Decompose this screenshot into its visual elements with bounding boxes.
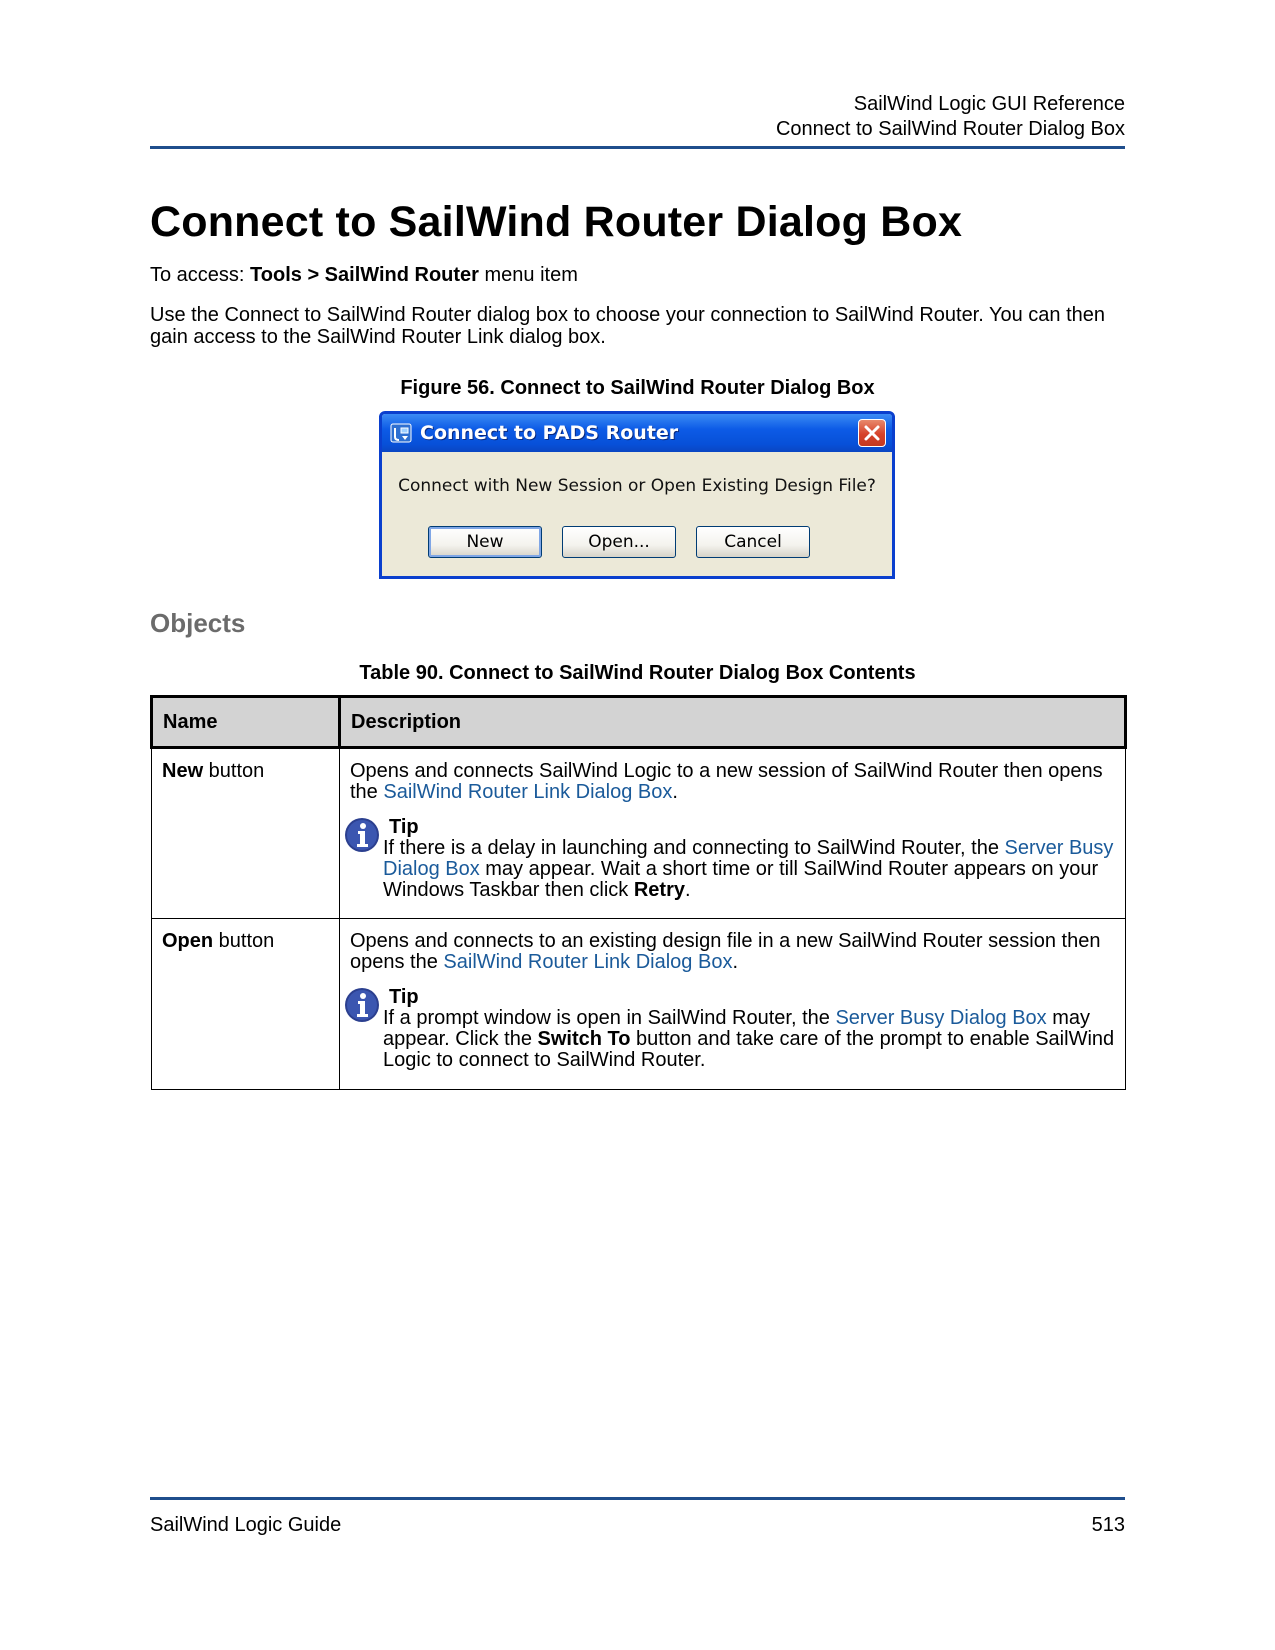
tip-text-end: . [684, 879, 691, 901]
access-menu-path: Tools > SailWind Router [250, 264, 479, 286]
close-icon [864, 425, 880, 441]
tip-note: Tip If there is a delay in launching and… [345, 816, 1115, 901]
tip-bold-term: Switch To [537, 1028, 631, 1050]
row-description: Opens and connects SailWind Logic to a n… [350, 761, 1115, 803]
access-suffix: menu item [478, 264, 578, 286]
desc-text-end: . [732, 951, 739, 973]
header-rule [150, 146, 1125, 149]
tip-text: If there is a delay in launching and con… [383, 837, 1005, 859]
server-busy-dialog-link[interactable]: Server Busy Dialog Box [835, 1007, 1046, 1029]
row-name-rest: button [203, 760, 265, 782]
dialog-title: Connect to PADS Router [420, 422, 679, 444]
footer-rule [150, 1497, 1125, 1500]
row-name-bold: Open [162, 930, 214, 952]
access-path: To access: Tools > SailWind Router menu … [150, 264, 578, 287]
table-header-row: Name Description [150, 695, 1127, 749]
tip-body: If there is a delay in launching and con… [383, 838, 1115, 901]
new-button[interactable]: New [428, 526, 542, 558]
dialog-message: Connect with New Session or Open Existin… [398, 476, 876, 496]
dialog-contents-table: Name Description New button Opens and co… [150, 695, 1127, 1090]
section-heading-objects: Objects [150, 608, 246, 638]
row-name-bold: New [162, 760, 204, 782]
running-header: SailWind Logic GUI Reference Connect to … [776, 92, 1125, 142]
page-title: Connect to SailWind Router Dialog Box [150, 198, 963, 246]
tip-text: If a prompt window is open in SailWind R… [383, 1007, 836, 1029]
table-caption: Table 90. Connect to SailWind Router Dia… [359, 662, 916, 684]
intro-paragraph: Use the Connect to SailWind Router dialo… [150, 304, 1106, 348]
tip-note: Tip If a prompt window is open in SailWi… [345, 986, 1115, 1071]
router-link-dialog-link[interactable]: SailWind Router Link Dialog Box [443, 951, 732, 973]
connect-dialog-figure: Connect to PADS Router Connect with New … [379, 411, 895, 579]
row-description: Opens and connects to an existing design… [350, 931, 1115, 973]
document-page: SailWind Logic GUI Reference Connect to … [150, 0, 1127, 1650]
header-chapter-title: Connect to SailWind Router Dialog Box [775, 118, 1125, 140]
page-number: 513 [1091, 1514, 1125, 1536]
footer-guide-title: SailWind Logic Guide [150, 1514, 342, 1536]
router-link-dialog-link[interactable]: SailWind Router Link Dialog Box [383, 781, 672, 803]
tip-text-mid: may appear. Wait a short time or till Sa… [383, 858, 1099, 901]
column-header-name: Name [150, 695, 341, 749]
row-name-cell: Open button [151, 918, 340, 1090]
tip-body: If a prompt window is open in SailWind R… [383, 1008, 1115, 1071]
info-icon [345, 818, 379, 852]
tip-title: Tip [389, 986, 419, 1008]
table-row: Open button Opens and connects to an exi… [151, 918, 1126, 1090]
router-app-icon [390, 423, 412, 443]
dialog-titlebar: Connect to PADS Router [382, 414, 892, 452]
tip-bold-term: Retry [633, 879, 685, 901]
header-book-title: SailWind Logic GUI Reference [853, 93, 1125, 115]
tip-title: Tip [389, 816, 419, 838]
cancel-button[interactable]: Cancel [696, 526, 810, 558]
row-name-cell: New button [151, 747, 340, 919]
dialog-close-button[interactable] [858, 419, 886, 447]
info-icon [345, 988, 379, 1022]
open-button[interactable]: Open... [562, 526, 676, 558]
column-header-description: Description [338, 695, 1127, 749]
desc-text-end: . [672, 781, 678, 803]
table-row: New button Opens and connects SailWind L… [151, 747, 1126, 919]
row-description-cell: Opens and connects to an existing design… [339, 918, 1126, 1090]
access-prefix: To access: [150, 264, 251, 286]
row-description-cell: Opens and connects SailWind Logic to a n… [339, 747, 1126, 919]
row-name-rest: button [213, 930, 275, 952]
figure-caption: Figure 56. Connect to SailWind Router Di… [400, 377, 875, 399]
